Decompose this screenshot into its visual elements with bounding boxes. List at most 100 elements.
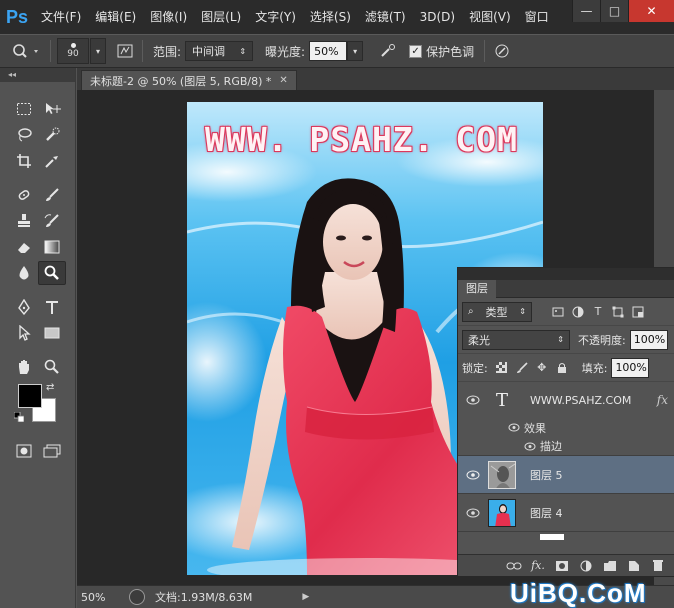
hand-icon[interactable] (10, 355, 38, 379)
brush-size-picker[interactable]: 90 (57, 38, 89, 64)
brush-icon[interactable] (38, 183, 66, 207)
crop-icon[interactable] (10, 149, 38, 173)
menu-view[interactable]: 视图(V) (462, 0, 518, 34)
type-icon[interactable] (38, 295, 66, 319)
effects-row[interactable]: 效果 (458, 418, 674, 437)
screen-mode-icon[interactable] (38, 439, 66, 463)
visibility-eye-icon[interactable] (524, 442, 536, 451)
status-info-icon[interactable] (129, 589, 145, 605)
dodge-icon[interactable] (38, 261, 66, 285)
move-icon[interactable] (38, 97, 66, 121)
swap-colors-icon[interactable]: ⇄ (46, 382, 54, 393)
document-tab-bar: 未标题-2 @ 50% (图层 5, RGB/8) * ✕ (77, 68, 674, 90)
ps-logo: Ps (5, 6, 29, 27)
rectangle-icon[interactable] (38, 321, 66, 345)
default-colors-icon[interactable] (14, 412, 24, 422)
blend-opacity-row: 柔光 ⇕ 不透明度: 100% (458, 326, 674, 354)
brush-size-dropdown[interactable]: ▾ (90, 38, 106, 64)
eraser-icon[interactable] (10, 235, 38, 259)
close-tab-icon[interactable]: ✕ (279, 75, 287, 86)
filter-shape-icon[interactable] (608, 302, 628, 322)
visibility-eye-icon[interactable] (508, 423, 520, 432)
layer-row-text[interactable]: T WWW.PSAHZ.COM fx (458, 382, 674, 418)
clone-stamp-icon[interactable] (10, 209, 38, 233)
menu-window[interactable]: 窗口 (518, 0, 556, 34)
link-layers-icon[interactable] (502, 556, 526, 576)
add-layer-style-icon[interactable]: fx. (526, 556, 550, 576)
maximize-button[interactable]: □ (600, 0, 628, 22)
blur-icon[interactable] (10, 261, 38, 285)
lock-all-icon[interactable] (552, 358, 572, 378)
status-menu-arrow-icon[interactable]: ▶ (302, 592, 309, 602)
pen-icon[interactable] (10, 295, 38, 319)
brush-panel-toggle[interactable] (114, 40, 136, 62)
gradient-icon[interactable] (38, 235, 66, 259)
stroke-effect-row[interactable]: 描边 (458, 437, 674, 456)
close-button[interactable]: ✕ (628, 0, 674, 22)
quick-mask-icon[interactable] (10, 439, 38, 463)
menu-3d[interactable]: 3D(D) (413, 0, 462, 34)
lock-position-icon[interactable]: ✥ (532, 358, 552, 378)
foreground-color-swatch[interactable] (18, 384, 42, 408)
brush-panel-icon (117, 44, 133, 58)
tool-preset-picker[interactable] (6, 40, 44, 62)
delete-layer-icon[interactable] (646, 556, 670, 576)
filter-adjustment-icon[interactable] (568, 302, 588, 322)
layers-panel-titlebar[interactable] (458, 268, 674, 280)
new-group-icon[interactable] (598, 556, 622, 576)
path-select-icon[interactable] (10, 321, 38, 345)
lock-fill-row: 锁定: ✥ 填充: 100% (458, 354, 674, 382)
new-adjustment-layer-icon[interactable] (574, 556, 598, 576)
exposure-dropdown[interactable]: ▾ (347, 41, 364, 61)
menu-image[interactable]: 图像(I) (143, 0, 194, 34)
airbrush-toggle[interactable] (377, 40, 399, 62)
pressure-size-toggle[interactable] (491, 40, 513, 62)
filter-smart-object-icon[interactable] (628, 302, 648, 322)
menu-filter[interactable]: 滤镜(T) (358, 0, 413, 34)
filter-type-icon[interactable]: T (588, 302, 608, 322)
lasso-icon[interactable] (10, 123, 38, 147)
tab-layers[interactable]: 图层 (458, 279, 496, 298)
visibility-eye-icon[interactable] (458, 508, 488, 518)
menu-bar: Ps 文件(F) 编辑(E) 图像(I) 图层(L) 文字(Y) 选择(S) 滤… (0, 0, 674, 34)
eyedropper-icon[interactable] (38, 149, 66, 173)
layer-row-layer4[interactable]: 图层 4 (458, 494, 674, 532)
exposure-input[interactable]: 50% (309, 41, 348, 61)
opacity-input[interactable]: 100% (629, 329, 668, 350)
collapse-arrows-icon[interactable]: ◂◂ (0, 68, 75, 82)
layer4-thumbnail (488, 498, 516, 527)
document-tab[interactable]: 未标题-2 @ 50% (图层 5, RGB/8) * ✕ (81, 70, 297, 90)
lock-label: 锁定: (462, 361, 488, 375)
marquee-icon[interactable] (10, 97, 38, 121)
quick-select-icon[interactable] (38, 123, 66, 147)
menu-layer[interactable]: 图层(L) (194, 0, 248, 34)
protect-tones-checkbox[interactable]: ✓ (409, 44, 423, 58)
layer5-thumbnail (488, 460, 516, 489)
history-brush-icon[interactable] (38, 209, 66, 233)
zoom-level[interactable]: 50% (77, 591, 121, 604)
text-layer-thumb-icon: T (495, 389, 508, 411)
menu-file[interactable]: 文件(F) (34, 0, 88, 34)
fill-input[interactable]: 100% (611, 357, 650, 378)
lock-transparent-icon[interactable] (492, 358, 512, 378)
layer-filter-select[interactable]: ⌕ 类型 ⇕ (462, 301, 532, 322)
minimize-button[interactable]: — (572, 0, 600, 22)
lock-pixels-icon[interactable] (512, 358, 532, 378)
new-layer-icon[interactable] (622, 556, 646, 576)
layer-row-layer5[interactable]: 图层 5 (458, 456, 674, 494)
range-label: 范围: (153, 44, 182, 59)
pressure-icon (495, 44, 509, 58)
menu-select[interactable]: 选择(S) (303, 0, 358, 34)
protect-tones-label: 保护色调 (426, 44, 475, 59)
menu-edit[interactable]: 编辑(E) (88, 0, 143, 34)
range-select[interactable]: 中间调 ⇕ (185, 41, 254, 61)
fx-badge[interactable]: fx (657, 393, 668, 407)
visibility-eye-icon[interactable] (458, 395, 488, 405)
blend-mode-select[interactable]: 柔光 ⇕ (462, 329, 570, 350)
menu-type[interactable]: 文字(Y) (248, 0, 303, 34)
visibility-eye-icon[interactable] (458, 470, 488, 480)
filter-pixel-icon[interactable] (548, 302, 568, 322)
zoom-icon[interactable] (38, 355, 66, 379)
healing-brush-icon[interactable] (10, 183, 38, 207)
add-mask-icon[interactable] (550, 556, 574, 576)
